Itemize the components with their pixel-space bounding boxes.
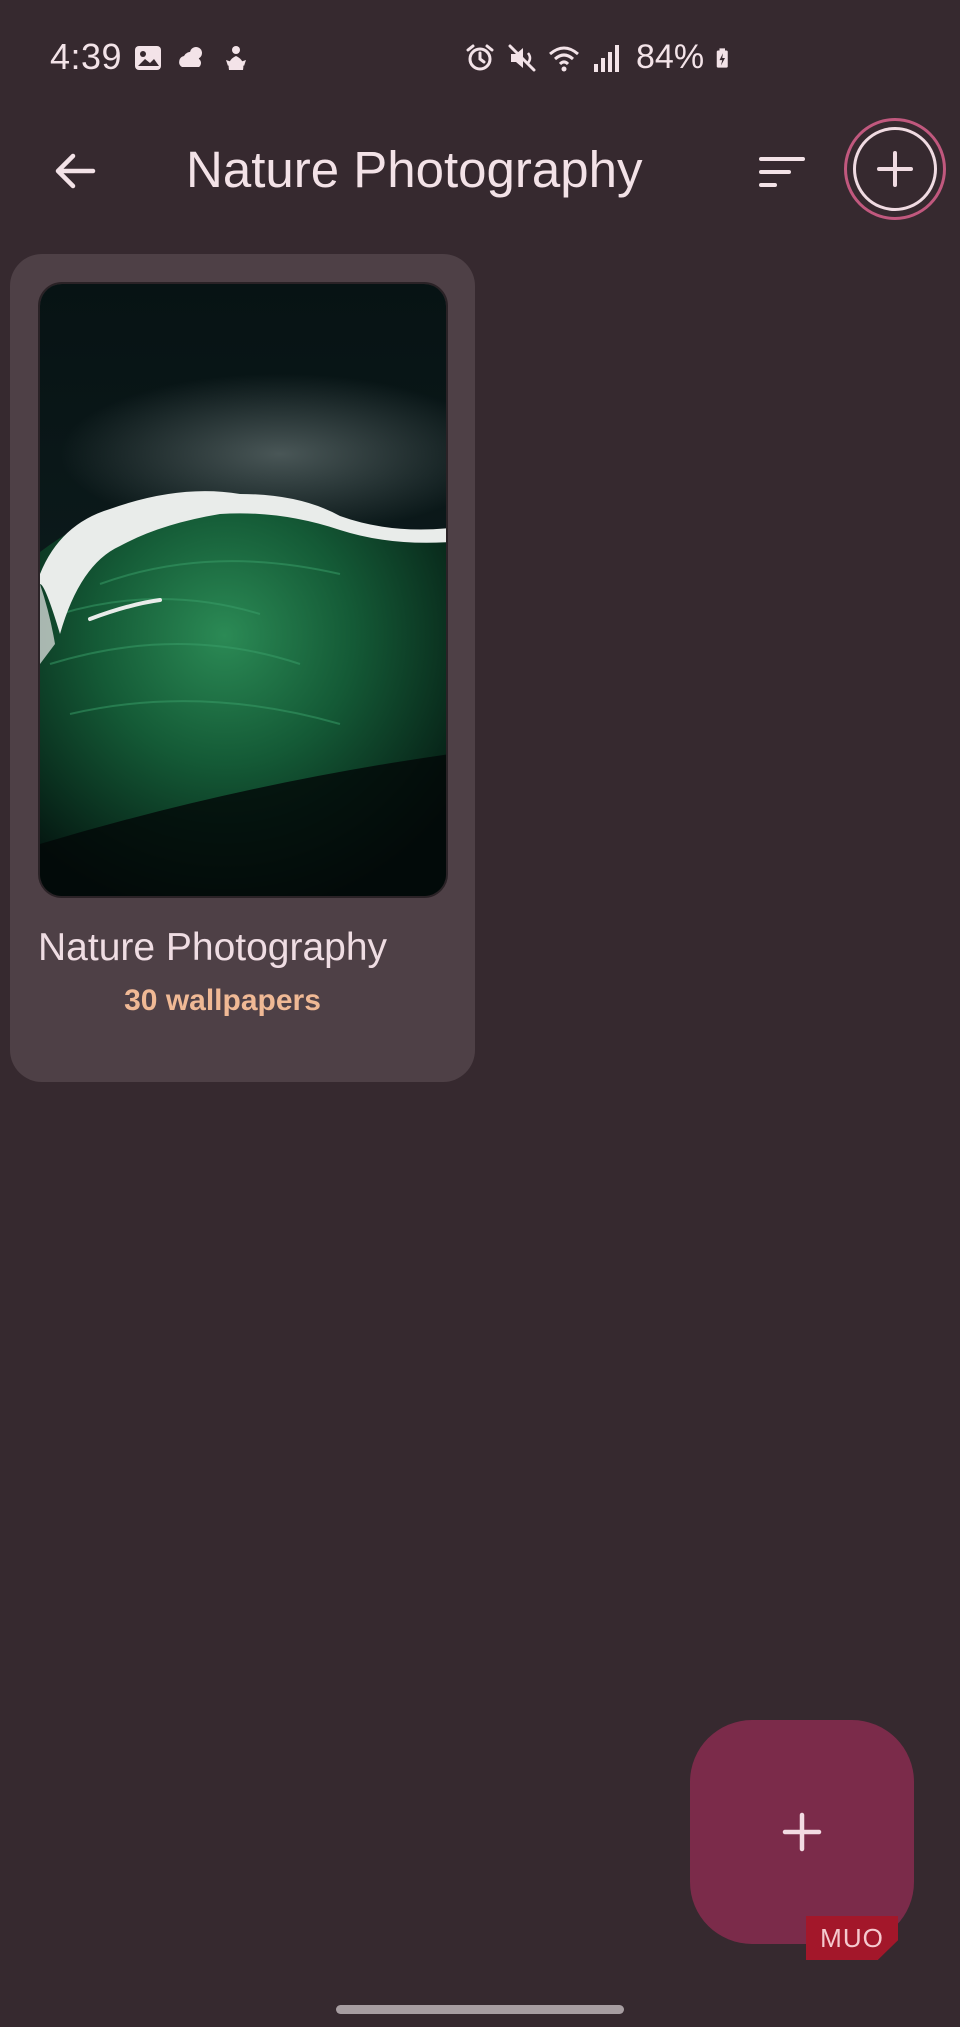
muo-watermark: MUO bbox=[806, 1916, 898, 1960]
arrow-back-icon bbox=[55, 153, 96, 189]
snapdragon-icon bbox=[226, 46, 246, 70]
add-wallpaper-fab[interactable] bbox=[690, 1720, 914, 1944]
album-count: 30 wallpapers bbox=[124, 984, 321, 1017]
wifi-icon bbox=[549, 46, 579, 71]
alarm-icon bbox=[466, 44, 494, 70]
top-app-bar: Nature Photography bbox=[0, 116, 960, 224]
add-circle-icon bbox=[853, 127, 937, 211]
home-indicator[interactable] bbox=[336, 2005, 624, 2014]
battery-charging-icon bbox=[716, 47, 728, 68]
status-time: 4:39 bbox=[50, 36, 123, 77]
battery-percent: 84% bbox=[636, 38, 705, 76]
weather-icon bbox=[179, 47, 202, 67]
status-bar: 4:39 84% bbox=[0, 0, 960, 116]
album-thumbnail bbox=[38, 282, 448, 898]
album-card[interactable]: Nature Photography 30 wallpapers bbox=[10, 254, 475, 1082]
back-button[interactable] bbox=[40, 136, 110, 206]
plus-icon bbox=[782, 1812, 822, 1852]
sort-icon bbox=[759, 157, 805, 187]
status-left-icons bbox=[132, 42, 252, 74]
album-title: Nature Photography bbox=[38, 926, 388, 969]
signal-icon bbox=[594, 44, 619, 72]
page-title: Nature Photography bbox=[186, 141, 643, 198]
mute-icon bbox=[508, 44, 536, 71]
sort-button[interactable] bbox=[746, 136, 818, 208]
gallery-icon bbox=[135, 46, 161, 70]
status-right-icons: 84% bbox=[464, 38, 736, 77]
add-album-button[interactable] bbox=[844, 118, 946, 220]
